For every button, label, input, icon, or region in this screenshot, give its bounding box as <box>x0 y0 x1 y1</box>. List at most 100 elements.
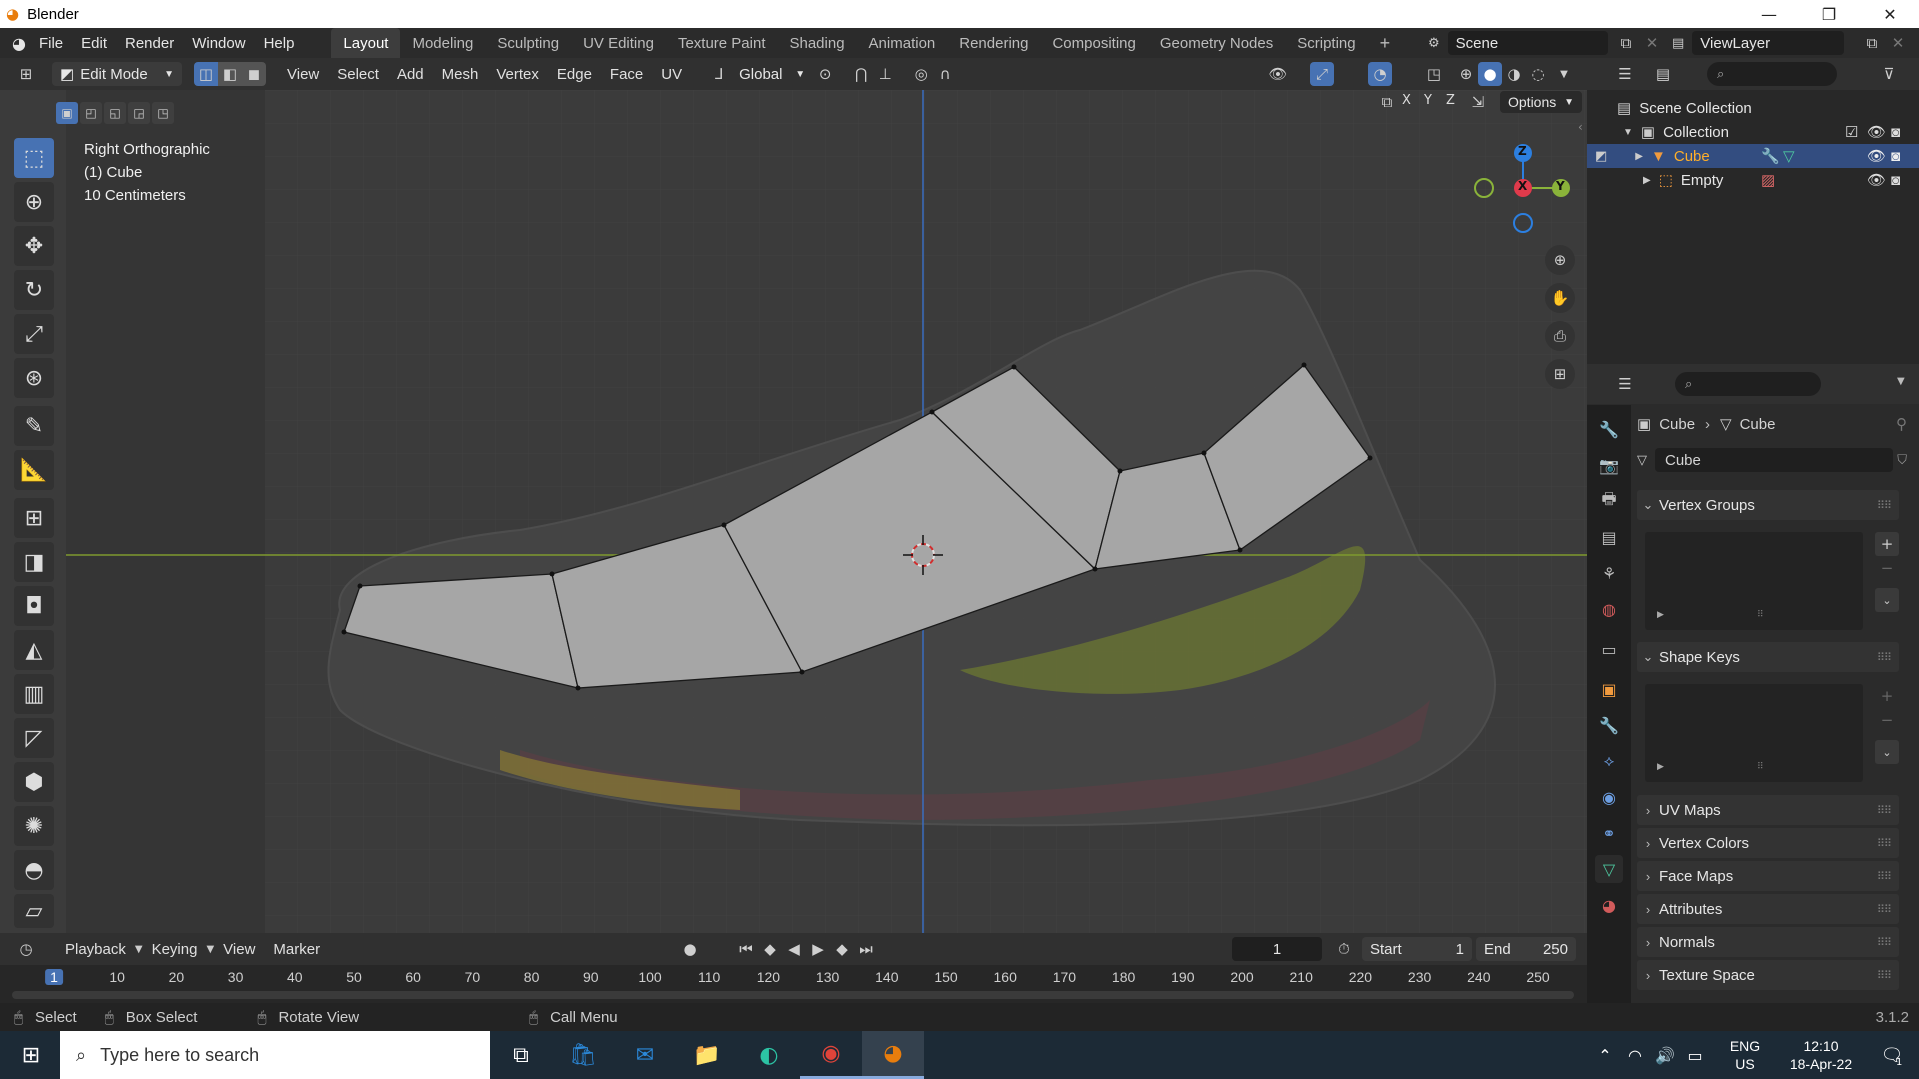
editor-type-icon[interactable]: ⊞ <box>14 62 38 86</box>
remove-shape-key-icon[interactable]: − <box>1875 708 1899 732</box>
scale-tool-icon[interactable]: ⤢ <box>14 314 54 354</box>
visibility-icon[interactable]: 👁 <box>1266 62 1290 86</box>
knife-tool-icon[interactable]: ◸ <box>14 718 54 758</box>
proportional-editing-icon[interactable]: ◎ <box>909 62 933 86</box>
tab-scripting[interactable]: Scripting <box>1285 28 1367 58</box>
edit-mode-indicator-icon[interactable]: ◩ <box>1595 148 1607 164</box>
move-tool-icon[interactable]: ✥ <box>14 226 54 266</box>
menu-timeline-view[interactable]: View <box>214 941 264 958</box>
transform-tool-icon[interactable]: ⊛ <box>14 358 54 398</box>
tab-rendering[interactable]: Rendering <box>947 28 1040 58</box>
add-cube-tool-icon[interactable]: ⊞ <box>14 498 54 538</box>
auto-merge-icon[interactable]: ⇲ <box>1466 90 1490 114</box>
menu-edit[interactable]: Edit <box>72 28 116 58</box>
outliner-row-empty[interactable]: ▶ ⬚ Empty ▨ 👁 ◙ <box>1587 168 1919 192</box>
inset-faces-tool-icon[interactable]: ◘ <box>14 586 54 626</box>
filter-icon[interactable]: ⊽ <box>1877 62 1901 86</box>
start-frame-field[interactable]: Start 1 <box>1362 937 1472 961</box>
new-scene-icon[interactable]: ⧉ <box>1614 31 1638 55</box>
shading-options-icon[interactable]: ▼ <box>1552 62 1576 86</box>
measure-tool-icon[interactable]: 📐 <box>14 450 54 490</box>
timeline-editor-type-icon[interactable]: ◷ <box>14 937 38 961</box>
3d-viewport[interactable]: Z X Y ⊕ ✋ ⎙ ⊞ ‹ ⧉ X Y Z ⇲ Options ▼ ▣ ◰ ◱… <box>0 90 1587 933</box>
particles-tab-icon[interactable]: ⟡ <box>1595 747 1623 775</box>
jump-to-next-keyframe-icon[interactable]: ◆ <box>830 937 854 961</box>
rotate-tool-icon[interactable]: ↻ <box>14 270 54 310</box>
pivot-point-icon[interactable]: ⊙ <box>813 62 837 86</box>
select-box-tool-icon[interactable]: ⬚ <box>14 138 54 178</box>
eye-icon[interactable]: 👁 <box>1867 171 1886 189</box>
grid-view-icon[interactable]: ⊞ <box>1545 359 1575 389</box>
expand-chevron-icon[interactable]: ▶ <box>1635 151 1643 162</box>
mirror-y-toggle[interactable]: Y <box>1424 93 1432 108</box>
physics-tab-icon[interactable]: ◉ <box>1595 783 1623 811</box>
viewlayer-name-field[interactable]: ViewLayer <box>1692 31 1845 55</box>
panel-face-maps[interactable]: › Face Maps ⠿⠿ <box>1637 861 1899 891</box>
eye-icon[interactable]: 👁 <box>1867 147 1886 165</box>
panel-texture-space[interactable]: › Texture Space ⠿⠿ <box>1637 960 1899 990</box>
properties-search-input[interactable]: ⌕ <box>1675 372 1821 396</box>
gizmo-toggle-icon[interactable]: ⤢ <box>1310 62 1334 86</box>
microsoft-store-icon[interactable]: 🛍 <box>552 1031 614 1079</box>
xray-toggle-icon[interactable]: ◳ <box>1422 62 1446 86</box>
intersect-selection-icon[interactable]: ◳ <box>152 102 174 124</box>
datablock-name-field[interactable]: Cube <box>1655 448 1894 472</box>
gizmo-z-label[interactable]: Z <box>1518 144 1527 158</box>
list-resize-handle-icon[interactable]: ⠿ <box>1757 610 1764 620</box>
mail-icon[interactable]: ✉ <box>614 1031 676 1079</box>
remove-vertex-group-icon[interactable]: − <box>1875 556 1899 580</box>
fake-user-shield-icon[interactable]: ⛉ <box>1897 453 1907 468</box>
mesh-data-icon[interactable]: ▽ <box>1637 453 1647 468</box>
gizmo-y-label[interactable]: Y <box>1556 179 1565 193</box>
tab-uv-editing[interactable]: UV Editing <box>571 28 666 58</box>
panel-normals[interactable]: › Normals ⠿⠿ <box>1637 927 1899 957</box>
drag-handle-icon[interactable]: ⠿⠿ <box>1877 804 1892 817</box>
wifi-icon[interactable]: ◠ <box>1620 1031 1650 1079</box>
tab-animation[interactable]: Animation <box>857 28 948 58</box>
use-preview-range-icon[interactable]: ⏱ <box>1332 937 1356 961</box>
outliner-search-input[interactable]: ⌕ <box>1707 62 1837 86</box>
menu-add[interactable]: Add <box>388 66 433 83</box>
new-viewlayer-icon[interactable]: ⧉ <box>1860 31 1884 55</box>
constraints-tab-icon[interactable]: ⚭ <box>1595 819 1623 847</box>
delete-viewlayer-icon[interactable]: ✕ <box>1886 31 1910 55</box>
modifiers-tab-icon[interactable]: 🔧 <box>1595 711 1623 739</box>
jump-to-start-icon[interactable]: ⏮ <box>734 937 758 961</box>
taskbar-search-box[interactable]: ⌕ Type here to search <box>60 1031 490 1079</box>
edge-select-icon[interactable]: ◧ <box>218 62 242 86</box>
menu-face[interactable]: Face <box>601 66 652 83</box>
current-frame-field[interactable]: 1 <box>1232 937 1322 961</box>
subtract-selection-icon[interactable]: ◱ <box>104 102 126 124</box>
outliner-row-scene-collection[interactable]: ▤ Scene Collection <box>1587 96 1919 120</box>
orientation-dropdown[interactable]: Global ▼ <box>731 62 813 86</box>
poly-build-tool-icon[interactable]: ⬢ <box>14 762 54 802</box>
pan-hand-icon[interactable]: ✋ <box>1545 283 1575 313</box>
add-workspace-button[interactable]: + <box>1368 28 1403 58</box>
mirror-x-toggle[interactable]: X <box>1402 93 1411 108</box>
task-view-icon[interactable]: ⧉ <box>490 1031 552 1079</box>
wireframe-shading-icon[interactable]: ⊕ <box>1454 62 1478 86</box>
annotate-tool-icon[interactable]: ✎ <box>14 406 54 446</box>
chevron-down-icon[interactable]: ▼ <box>1897 376 1905 387</box>
scene-tab-icon[interactable]: ⚘ <box>1595 559 1623 587</box>
close-button[interactable]: ✕ <box>1861 0 1919 28</box>
solid-shading-icon[interactable]: ● <box>1478 62 1502 86</box>
vertex-groups-list[interactable]: ▶ ⠿ <box>1645 532 1863 630</box>
mode-dropdown[interactable]: ◩ Edit Mode ▼ <box>52 62 182 86</box>
expand-chevron-icon[interactable]: ▼ <box>1623 127 1633 138</box>
drag-handle-icon[interactable]: ⠿⠿ <box>1877 651 1892 664</box>
maximize-button[interactable]: ❐ <box>1800 0 1858 28</box>
drag-handle-icon[interactable]: ⠿⠿ <box>1877 837 1892 850</box>
menu-help[interactable]: Help <box>255 28 304 58</box>
menu-view[interactable]: View <box>278 66 328 83</box>
menu-playback[interactable]: Playback <box>56 941 135 958</box>
viewlayer-selector[interactable]: ▤ ViewLayer <box>1672 31 1872 55</box>
world-tab-icon[interactable]: ◍ <box>1595 595 1623 623</box>
timeline-ruler[interactable]: 1 10 20 30 40 50 60 70 80 90 100 110 120 130 140 150 160… <box>0 965 1587 1003</box>
menu-keying[interactable]: Keying <box>143 941 207 958</box>
shape-keys-list[interactable]: ▶ ⠿ <box>1645 684 1863 782</box>
menu-marker[interactable]: Marker <box>264 941 329 958</box>
bevel-tool-icon[interactable]: ◭ <box>14 630 54 670</box>
camera-icon[interactable]: ◙ <box>1891 148 1900 165</box>
falloff-icon[interactable]: ∩ <box>933 62 957 86</box>
